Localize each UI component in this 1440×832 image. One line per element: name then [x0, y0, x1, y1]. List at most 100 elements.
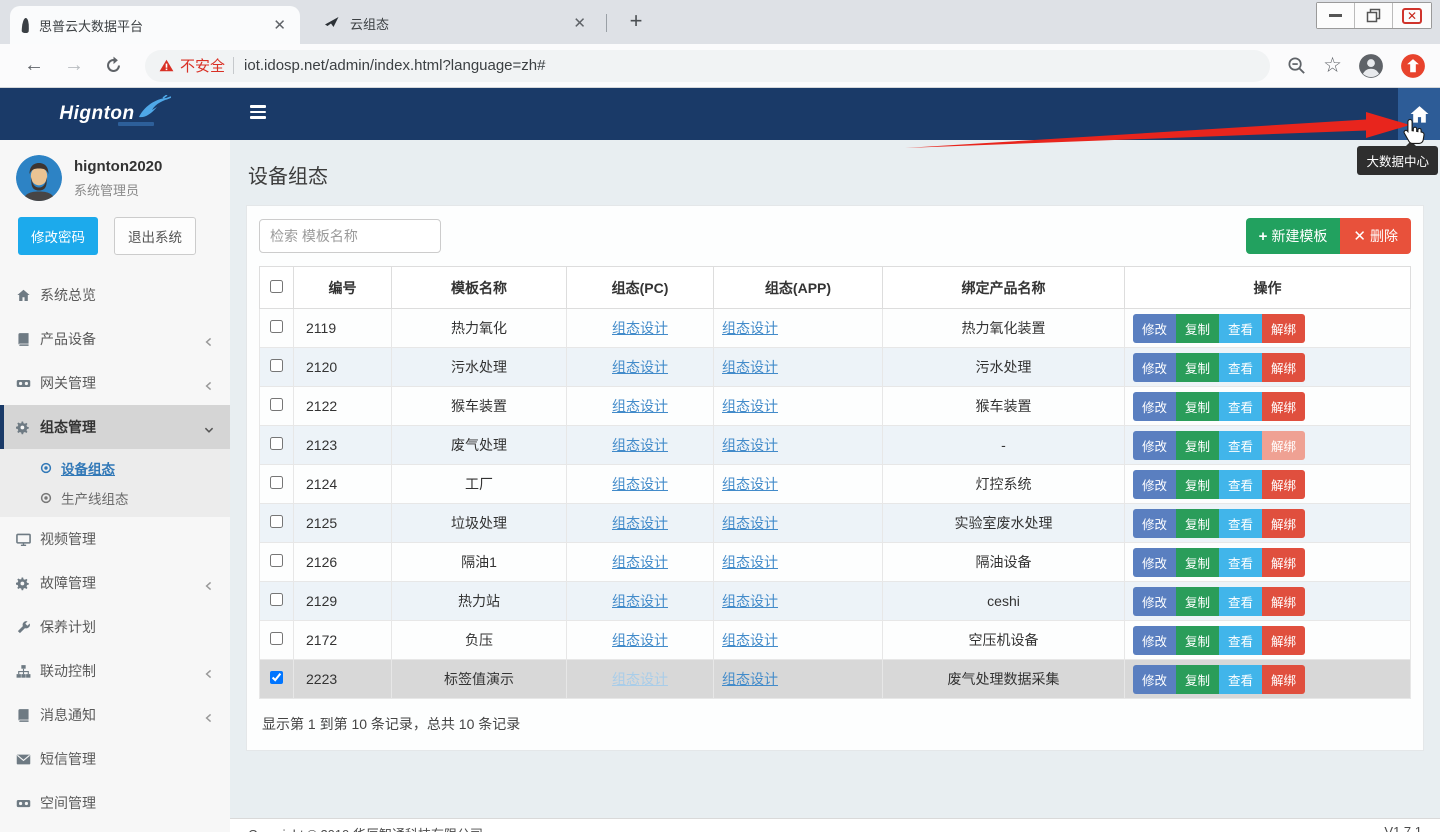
row-checkbox[interactable]: [270, 476, 283, 489]
view-button[interactable]: 查看: [1219, 314, 1262, 343]
new-template-button[interactable]: +新建模板: [1246, 218, 1341, 254]
view-button[interactable]: 查看: [1219, 665, 1262, 694]
sidebar-item-组态管理[interactable]: 组态管理: [0, 405, 230, 449]
edit-button[interactable]: 修改: [1133, 314, 1176, 343]
copy-button[interactable]: 复制: [1176, 509, 1219, 538]
unbind-button[interactable]: 解绑: [1262, 353, 1305, 382]
edit-button[interactable]: 修改: [1133, 470, 1176, 499]
sidebar-item-保养计划[interactable]: 保养计划: [0, 605, 230, 649]
browser-tab-inactive[interactable]: 云组态 ✕: [312, 8, 600, 38]
sidebar-item-网关管理[interactable]: 网关管理: [0, 361, 230, 405]
pc-design-link[interactable]: 组态设计: [612, 359, 668, 375]
copy-button[interactable]: 复制: [1176, 431, 1219, 460]
pc-design-link[interactable]: 组态设计: [612, 320, 668, 336]
row-checkbox[interactable]: [270, 671, 283, 684]
row-checkbox[interactable]: [270, 320, 283, 333]
table-row[interactable]: 2129热力站组态设计组态设计ceshi修改复制查看解绑: [260, 582, 1411, 621]
view-button[interactable]: 查看: [1219, 392, 1262, 421]
app-design-link[interactable]: 组态设计: [722, 437, 778, 453]
unbind-button[interactable]: 解绑: [1262, 665, 1305, 694]
unbind-button[interactable]: 解绑: [1262, 626, 1305, 655]
sidebar-item-消息通知[interactable]: 消息通知: [0, 693, 230, 737]
pc-design-link[interactable]: 组态设计: [612, 554, 668, 570]
sidebar-item-故障管理[interactable]: 故障管理: [0, 561, 230, 605]
tab-close-icon[interactable]: ✕: [571, 14, 588, 32]
unbind-button[interactable]: 解绑: [1262, 587, 1305, 616]
window-minimize-button[interactable]: [1317, 3, 1355, 28]
view-button[interactable]: 查看: [1219, 431, 1262, 460]
copy-button[interactable]: 复制: [1176, 470, 1219, 499]
table-row[interactable]: 2120污水处理组态设计组态设计污水处理修改复制查看解绑: [260, 348, 1411, 387]
view-button[interactable]: 查看: [1219, 470, 1262, 499]
sidebar-item-视频管理[interactable]: 视频管理: [0, 517, 230, 561]
edit-button[interactable]: 修改: [1133, 548, 1176, 577]
delete-button[interactable]: ✕删除: [1340, 218, 1411, 254]
app-design-link[interactable]: 组态设计: [722, 554, 778, 570]
sidebar-item-联动控制[interactable]: 联动控制: [0, 649, 230, 693]
pc-design-link[interactable]: 组态设计: [612, 593, 668, 609]
user-avatar[interactable]: [16, 155, 62, 201]
browser-extension-icon[interactable]: [1400, 53, 1426, 79]
row-checkbox[interactable]: [270, 632, 283, 645]
view-button[interactable]: 查看: [1219, 587, 1262, 616]
table-row[interactable]: 2122猴车装置组态设计组态设计猴车装置修改复制查看解绑: [260, 387, 1411, 426]
window-close-button[interactable]: ✕: [1393, 3, 1431, 28]
edit-button[interactable]: 修改: [1133, 353, 1176, 382]
pc-design-link[interactable]: 组态设计: [612, 476, 668, 492]
table-row[interactable]: 2126隔油1组态设计组态设计隔油设备修改复制查看解绑: [260, 543, 1411, 582]
bookmark-star-icon[interactable]: ☆: [1323, 53, 1342, 78]
table-row[interactable]: 2123废气处理组态设计组态设计-修改复制查看解绑: [260, 426, 1411, 465]
search-input[interactable]: [259, 219, 441, 253]
sidebar-item-产品设备[interactable]: 产品设备: [0, 317, 230, 361]
unbind-button[interactable]: 解绑: [1262, 392, 1305, 421]
unbind-button[interactable]: 解绑: [1262, 509, 1305, 538]
url-text[interactable]: iot.idosp.net/admin/index.html?language=…: [244, 57, 545, 74]
copy-button[interactable]: 复制: [1176, 353, 1219, 382]
zoom-icon[interactable]: [1286, 55, 1307, 76]
view-button[interactable]: 查看: [1219, 353, 1262, 382]
unbind-button[interactable]: 解绑: [1262, 314, 1305, 343]
pc-design-link[interactable]: 组态设计: [612, 398, 668, 414]
back-icon[interactable]: ←: [24, 54, 44, 77]
tab-close-icon[interactable]: ✕: [271, 16, 288, 34]
browser-tab-active[interactable]: 思普云大数据平台 ✕: [10, 6, 300, 44]
pc-design-link[interactable]: 组态设计: [612, 671, 668, 687]
copy-button[interactable]: 复制: [1176, 665, 1219, 694]
copy-button[interactable]: 复制: [1176, 587, 1219, 616]
row-checkbox[interactable]: [270, 554, 283, 567]
copy-button[interactable]: 复制: [1176, 626, 1219, 655]
window-restore-button[interactable]: [1355, 3, 1393, 28]
table-row[interactable]: 2223标签值演示组态设计组态设计废气处理数据采集修改复制查看解绑: [260, 660, 1411, 699]
app-design-link[interactable]: 组态设计: [722, 320, 778, 336]
app-design-link[interactable]: 组态设计: [722, 359, 778, 375]
unbind-button[interactable]: 解绑: [1262, 431, 1305, 460]
edit-button[interactable]: 修改: [1133, 587, 1176, 616]
unbind-button[interactable]: 解绑: [1262, 548, 1305, 577]
edit-button[interactable]: 修改: [1133, 392, 1176, 421]
copy-button[interactable]: 复制: [1176, 314, 1219, 343]
security-warning-label[interactable]: 不安全: [180, 55, 225, 76]
forward-icon[interactable]: →: [64, 54, 84, 77]
home-button[interactable]: [1398, 88, 1440, 140]
app-design-link[interactable]: 组态设计: [722, 476, 778, 492]
edit-button[interactable]: 修改: [1133, 431, 1176, 460]
edit-button[interactable]: 修改: [1133, 626, 1176, 655]
sidebar-item-空间管理[interactable]: 空间管理: [0, 781, 230, 825]
address-bar[interactable]: 不安全 iot.idosp.net/admin/index.html?langu…: [145, 50, 1270, 82]
pc-design-link[interactable]: 组态设计: [612, 437, 668, 453]
view-button[interactable]: 查看: [1219, 626, 1262, 655]
app-design-link[interactable]: 组态设计: [722, 398, 778, 414]
sidebar-item-系统总览[interactable]: 系统总览: [0, 273, 230, 317]
change-password-button[interactable]: 修改密码: [18, 217, 98, 255]
new-tab-button[interactable]: +: [622, 8, 650, 36]
row-checkbox[interactable]: [270, 359, 283, 372]
unbind-button[interactable]: 解绑: [1262, 470, 1305, 499]
table-row[interactable]: 2119热力氧化组态设计组态设计热力氧化装置修改复制查看解绑: [260, 309, 1411, 348]
app-design-link[interactable]: 组态设计: [722, 593, 778, 609]
sidebar-item-短信管理[interactable]: 短信管理: [0, 737, 230, 781]
edit-button[interactable]: 修改: [1133, 665, 1176, 694]
sidebar-toggle-button[interactable]: [250, 105, 266, 122]
table-row[interactable]: 2124工厂组态设计组态设计灯控系统修改复制查看解绑: [260, 465, 1411, 504]
sidebar-subitem-生产线组态[interactable]: 生产线组态: [0, 483, 230, 513]
pc-design-link[interactable]: 组态设计: [612, 515, 668, 531]
